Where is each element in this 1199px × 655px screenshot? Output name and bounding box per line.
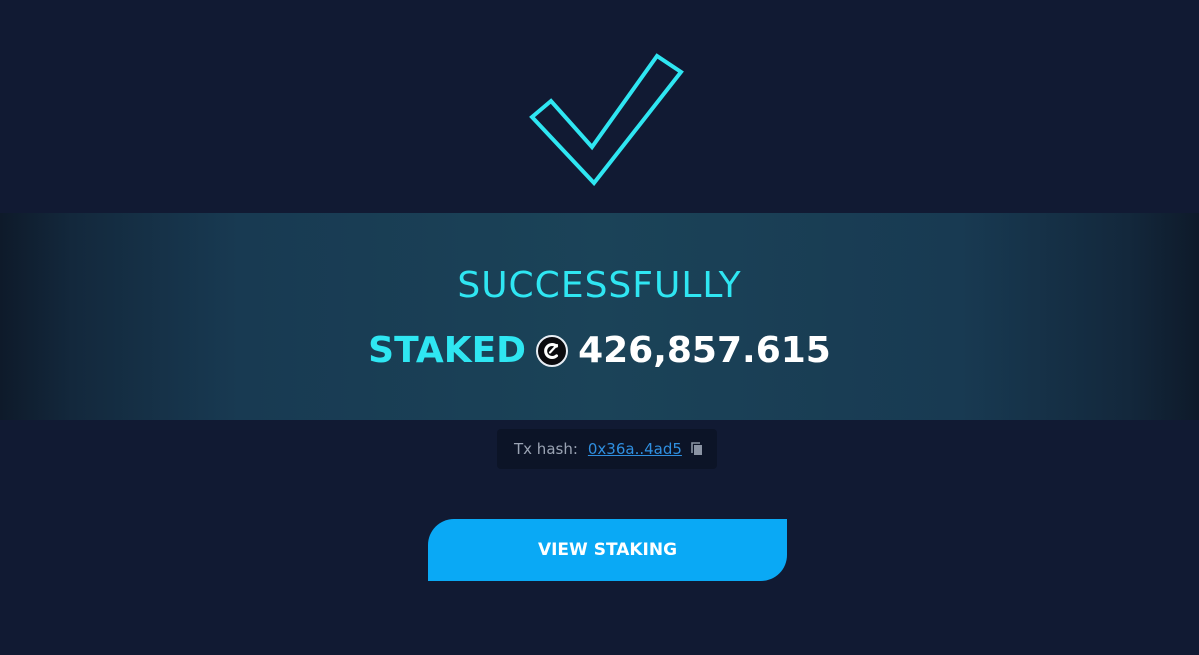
checkmark-icon [529, 52, 685, 186]
staked-label: STAKED [368, 330, 527, 371]
staked-summary: STAKED 426,857.615 [0, 328, 1199, 374]
success-title: SUCCESSFULLY [457, 265, 742, 306]
staked-amount: 426,857.615 [578, 330, 831, 371]
token-c-icon [536, 335, 569, 367]
result-banner [0, 213, 1199, 420]
tx-hash-label: Tx hash: [514, 440, 578, 458]
tx-hash-box: Tx hash: 0x36a..4ad5 [497, 429, 717, 469]
tx-hash-link[interactable]: 0x36a..4ad5 [588, 440, 682, 458]
stake-success-page: SUCCESSFULLY STAKED 426,857.615 Tx hash:… [0, 0, 1199, 655]
copy-icon[interactable] [690, 441, 704, 457]
view-staking-button[interactable]: VIEW STAKING [428, 519, 787, 581]
